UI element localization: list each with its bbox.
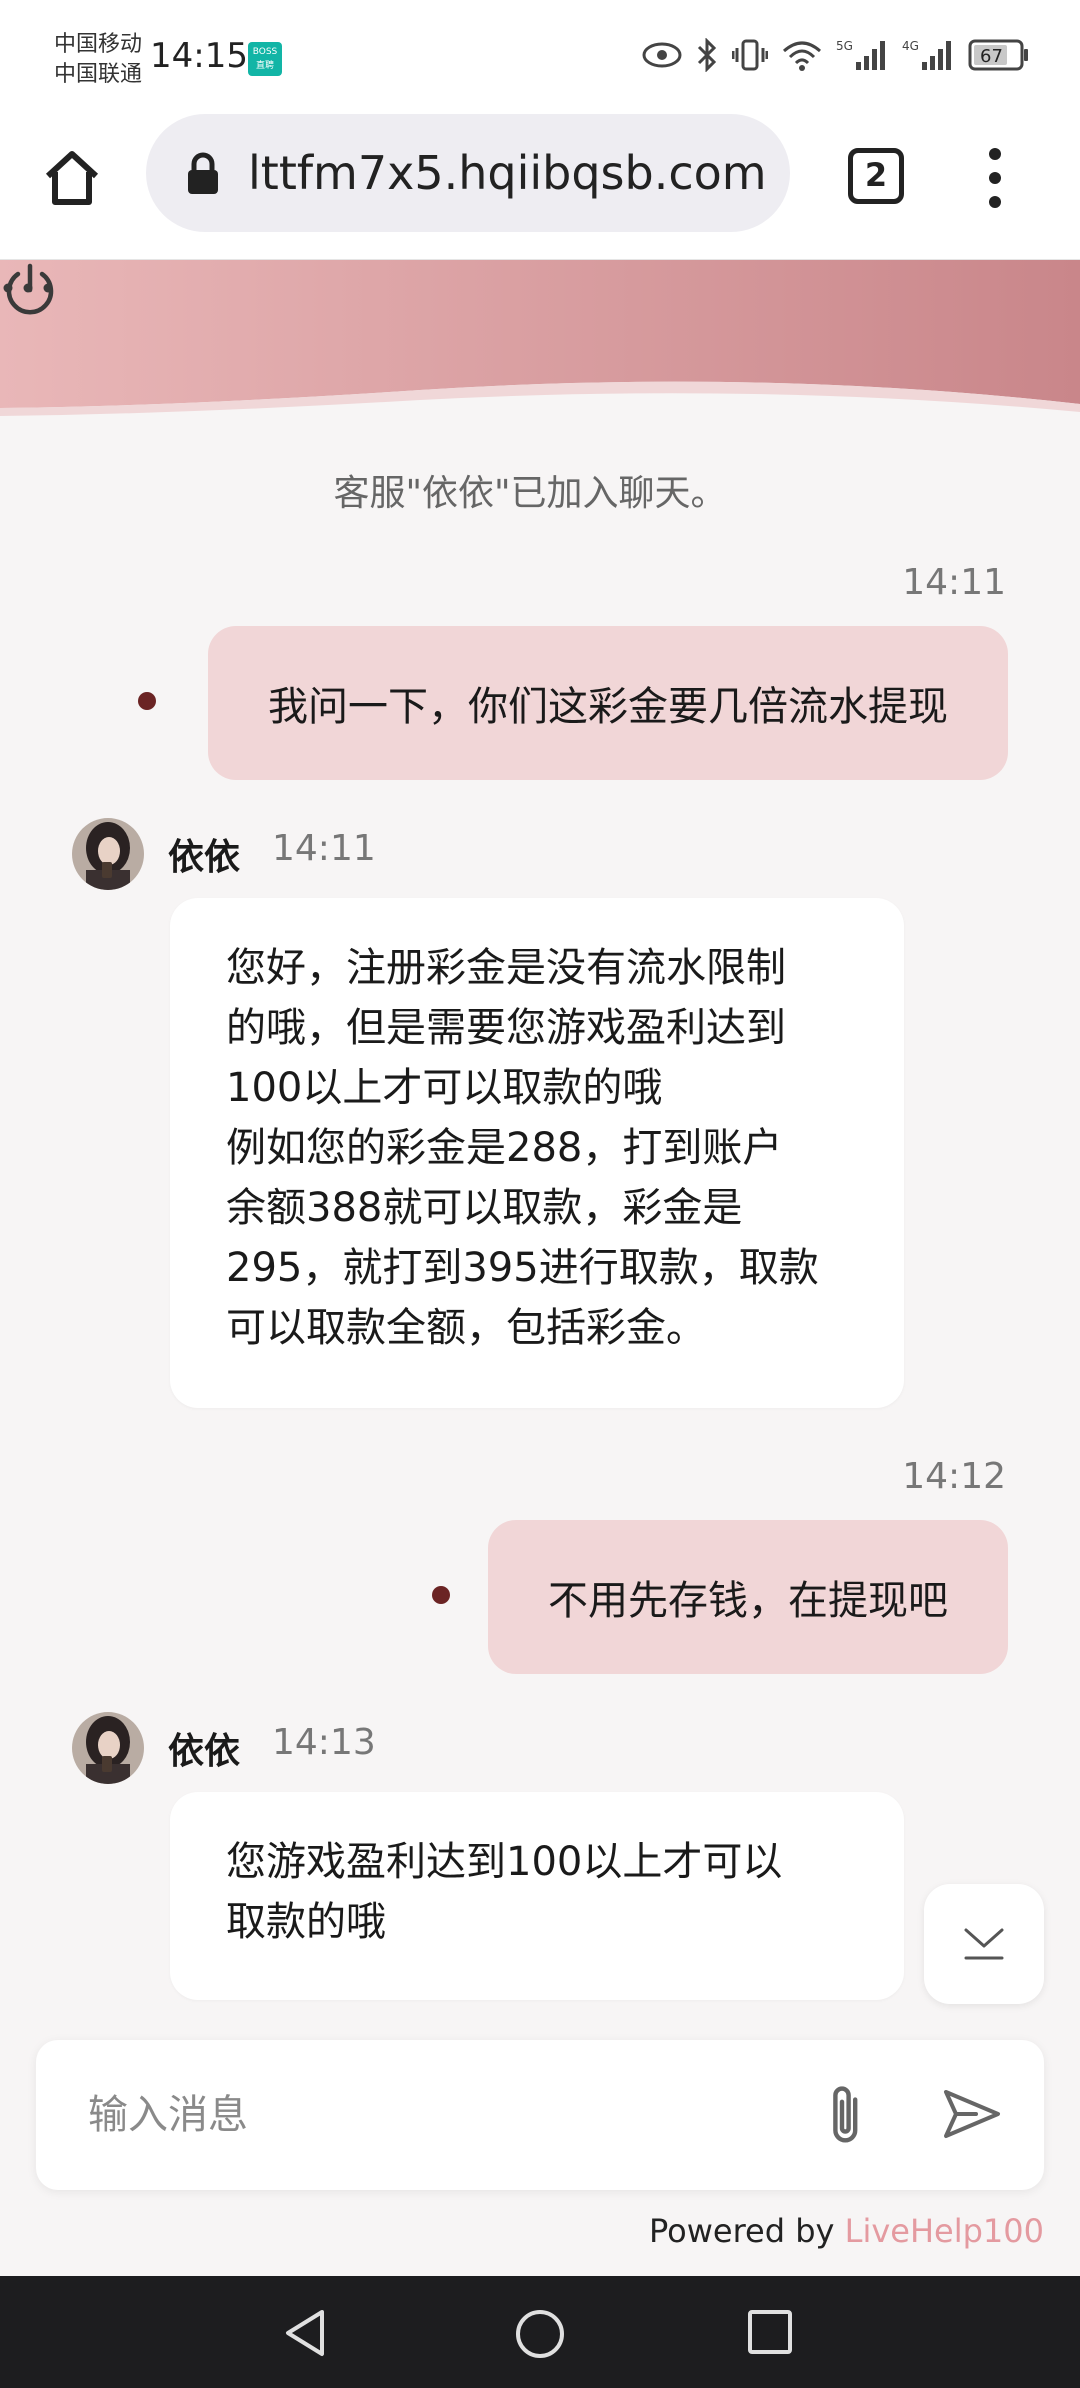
agent-name: 依依 (168, 837, 241, 878)
outgoing-message-bubble[interactable]: 我问一下，你们这彩金要几倍流水提现 (208, 626, 1008, 780)
status-icons: 5G 4G 67 (642, 38, 1030, 72)
back-icon[interactable] (282, 2308, 332, 2358)
powered-by-prefix: Powered by (648, 2212, 845, 2250)
carrier-1: 中国移动 (54, 32, 143, 57)
carrier-2: 中国联通 (54, 62, 143, 87)
message-timestamp: 14:12 (902, 1456, 1006, 1497)
message-text: 您好，注册彩金是没有流水限制 的哦，但是需要您游戏盈利达到 100以上才可以取款… (226, 945, 819, 1351)
wifi-icon (783, 41, 821, 71)
powered-by: Powered by LiveHelp100 (649, 2212, 1044, 2250)
chevron-down-icon (964, 1928, 1004, 1960)
paperclip-icon[interactable] (820, 2082, 876, 2148)
system-navigation-bar (0, 2276, 1080, 2388)
carrier-labels: 中国移动 中国联通 (54, 30, 142, 90)
recents-icon[interactable] (746, 2308, 794, 2356)
bluetooth-icon (697, 38, 717, 72)
agent-avatar (72, 818, 144, 890)
power-icon[interactable] (0, 260, 60, 320)
message-text: 不用先存钱，在提现吧 (548, 1578, 948, 1624)
outgoing-message-bubble[interactable]: 不用先存钱，在提现吧 (488, 1520, 1008, 1674)
message-composer (36, 2040, 1044, 2190)
battery-level: 67 (980, 46, 1003, 67)
agent-avatar (72, 1712, 144, 1784)
svg-text:5G: 5G (836, 39, 853, 53)
send-icon[interactable] (942, 2088, 1002, 2144)
message-text: 我问一下，你们这彩金要几倍流水提现 (268, 684, 948, 730)
more-vert-icon[interactable] (980, 146, 1010, 210)
eye-icon (642, 42, 682, 68)
boss-app-icon: BOSS 直聘 (248, 42, 282, 76)
tab-switcher-button[interactable]: 2 (848, 148, 904, 204)
home-circle-icon[interactable] (514, 2308, 566, 2360)
lock-icon[interactable] (186, 151, 220, 195)
scroll-to-bottom-button[interactable] (924, 1884, 1044, 2004)
livehelp-brand-link[interactable]: LiveHelp100 (845, 2212, 1044, 2250)
chat-header (0, 260, 1080, 420)
message-status-dot (432, 1586, 450, 1604)
status-bar: 中国移动 中国联通 14:15 BOSS 直聘 5G 4G 67 (0, 0, 1080, 110)
address-bar[interactable]: lttfm7x5.hqiibqsb.com (146, 114, 790, 232)
message-timestamp: 14:11 (272, 828, 376, 869)
vibrate-icon (732, 39, 768, 71)
browser-toolbar: lttfm7x5.hqiibqsb.com 2 (0, 110, 1080, 260)
message-timestamp: 14:13 (272, 1722, 376, 1763)
message-status-dot (138, 692, 156, 710)
message-timestamp: 14:11 (902, 562, 1006, 603)
status-time: 14:15 (150, 36, 248, 76)
url-text[interactable]: lttfm7x5.hqiibqsb.com (248, 146, 767, 200)
message-input[interactable] (86, 2076, 786, 2154)
header-wave-background (0, 260, 1080, 420)
incoming-message-bubble[interactable]: 您游戏盈利达到100以上才可以 取款的哦 (170, 1792, 904, 2000)
battery-icon: 67 (968, 39, 1028, 71)
system-message: 客服"依依"已加入聊天。 (333, 473, 727, 514)
agent-name: 依依 (168, 1731, 241, 1772)
svg-text:4G: 4G (902, 39, 919, 53)
signal-4g-icon: 4G (902, 39, 951, 70)
home-icon[interactable] (42, 148, 102, 208)
signal-5g-icon: 5G (836, 39, 885, 70)
message-text: 您游戏盈利达到100以上才可以 取款的哦 (226, 1839, 783, 1945)
incoming-message-bubble[interactable]: 您好，注册彩金是没有流水限制 的哦，但是需要您游戏盈利达到 100以上才可以取款… (170, 898, 904, 1408)
